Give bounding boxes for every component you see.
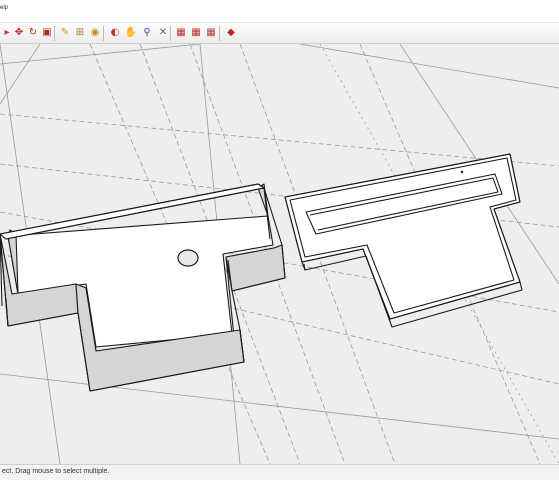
paint-bucket-icon[interactable]: ◉ — [88, 26, 102, 40]
toolbar-separator — [54, 26, 55, 41]
menu-help[interactable]: elp — [0, 5, 8, 11]
rotate-icon[interactable]: ↻ — [26, 26, 40, 40]
left-box-model[interactable] — [0, 183, 286, 392]
zoom-icon[interactable]: ⚲ — [140, 26, 154, 40]
right-lid-model[interactable] — [284, 153, 523, 328]
drain-hole[interactable] — [177, 249, 199, 267]
zoom-extents-icon[interactable]: ✕ — [156, 26, 170, 40]
menu-bar: elp — [0, 0, 559, 23]
status-bar: ect. Drag mouse to select multiple. — [0, 464, 559, 480]
model-viewport[interactable] — [0, 44, 559, 464]
extension-warehouse-icon[interactable]: ◆ — [224, 26, 238, 40]
pan-icon[interactable]: ✋ — [124, 26, 138, 40]
axis-marker — [460, 170, 464, 174]
toolbar-separator — [103, 26, 104, 41]
status-hint: ect. Drag mouse to select multiple. — [2, 468, 110, 475]
toolbar-separator — [170, 26, 171, 41]
warehouse-icon[interactable]: ▦ — [174, 26, 188, 40]
dimension-icon[interactable]: ⊞ — [73, 26, 87, 40]
components-icon[interactable]: ▦ — [204, 26, 218, 40]
tape-measure-icon[interactable]: ✎ — [58, 26, 72, 40]
move-icon[interactable]: ✥ — [12, 26, 26, 40]
share-model-icon[interactable]: ▦ — [189, 26, 203, 40]
orbit-icon[interactable]: ◐ — [108, 26, 122, 40]
toolbar: ▸ ✥ ↻ ▣ ✎ ⊞ ◉ ◐ ✋ ⚲ ✕ ▦ ▦ ▦ ◆ — [0, 23, 559, 44]
scale-icon[interactable]: ▣ — [40, 26, 54, 40]
model-canvas[interactable] — [0, 44, 559, 464]
toolbar-separator — [219, 26, 220, 41]
